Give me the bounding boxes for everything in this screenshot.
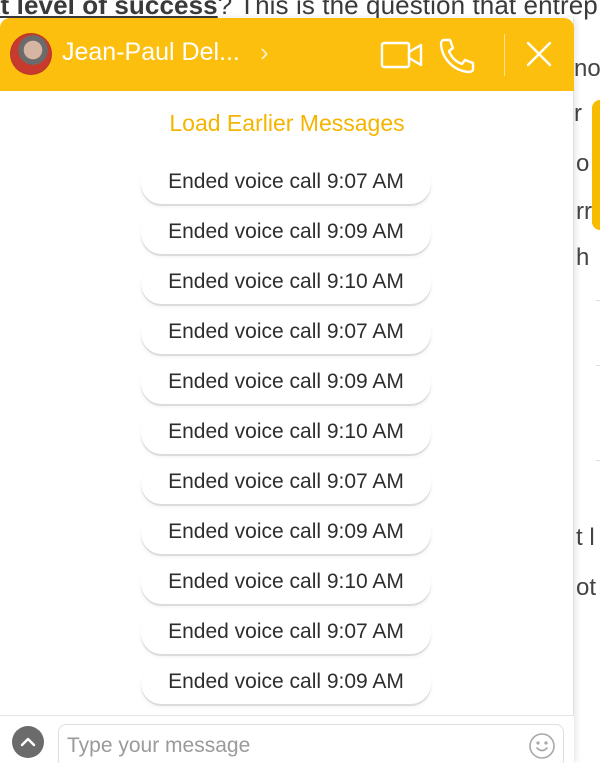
load-earlier-messages-link[interactable]: Load Earlier Messages — [0, 110, 574, 137]
chat-header: Jean-Paul Del... › — [0, 18, 574, 91]
close-icon[interactable] — [518, 35, 560, 75]
background-text-fragment: o — [576, 150, 590, 177]
chevron-right-icon[interactable]: › — [260, 37, 269, 68]
call-event-message: Ended voice call 9:09 AM — [141, 213, 431, 254]
phone-icon[interactable] — [435, 35, 481, 75]
call-event-message: Ended voice call 9:07 AM — [141, 313, 431, 354]
background-headline-bold: xt level of success — [0, 0, 218, 20]
background-accent-card — [592, 100, 600, 230]
background-headline-rest: ? This is the question that entrep — [217, 0, 598, 20]
background-text-fragment: r — [574, 100, 582, 127]
chat-window: Jean-Paul Del... › Load Earlier Messages… — [0, 18, 574, 763]
message-input[interactable] — [58, 724, 564, 763]
call-event-message: Ended voice call 9:10 AM — [141, 263, 431, 304]
background-text-fragment: t l — [576, 524, 595, 551]
background-divider — [596, 365, 600, 366]
call-event-message: Ended voice call 9:07 AM — [141, 463, 431, 504]
contact-name[interactable]: Jean-Paul Del... — [62, 38, 240, 67]
background-divider — [596, 300, 600, 301]
call-event-message: Ended voice call 9:10 AM — [141, 563, 431, 604]
background-text-fragment: rr — [576, 198, 592, 225]
smiley-icon[interactable] — [528, 732, 556, 760]
video-camera-icon[interactable] — [379, 35, 425, 75]
background-text-fragment: ot — [576, 574, 597, 601]
call-event-message: Ended voice call 9:10 AM — [141, 413, 431, 454]
background-text-fragment: no — [574, 55, 600, 82]
call-event-message: Ended voice call 9:09 AM — [141, 663, 431, 704]
call-event-message: Ended voice call 9:07 AM — [141, 613, 431, 654]
message-composer — [0, 715, 574, 763]
background-text-fragment: h — [576, 244, 590, 271]
header-divider — [504, 34, 505, 76]
call-event-message: Ended voice call 9:07 AM — [141, 163, 431, 204]
call-event-message: Ended voice call 9:09 AM — [141, 513, 431, 554]
avatar[interactable] — [10, 33, 52, 75]
chevron-up-icon[interactable] — [12, 726, 44, 758]
call-event-message: Ended voice call 9:09 AM — [141, 363, 431, 404]
background-divider — [596, 460, 600, 461]
